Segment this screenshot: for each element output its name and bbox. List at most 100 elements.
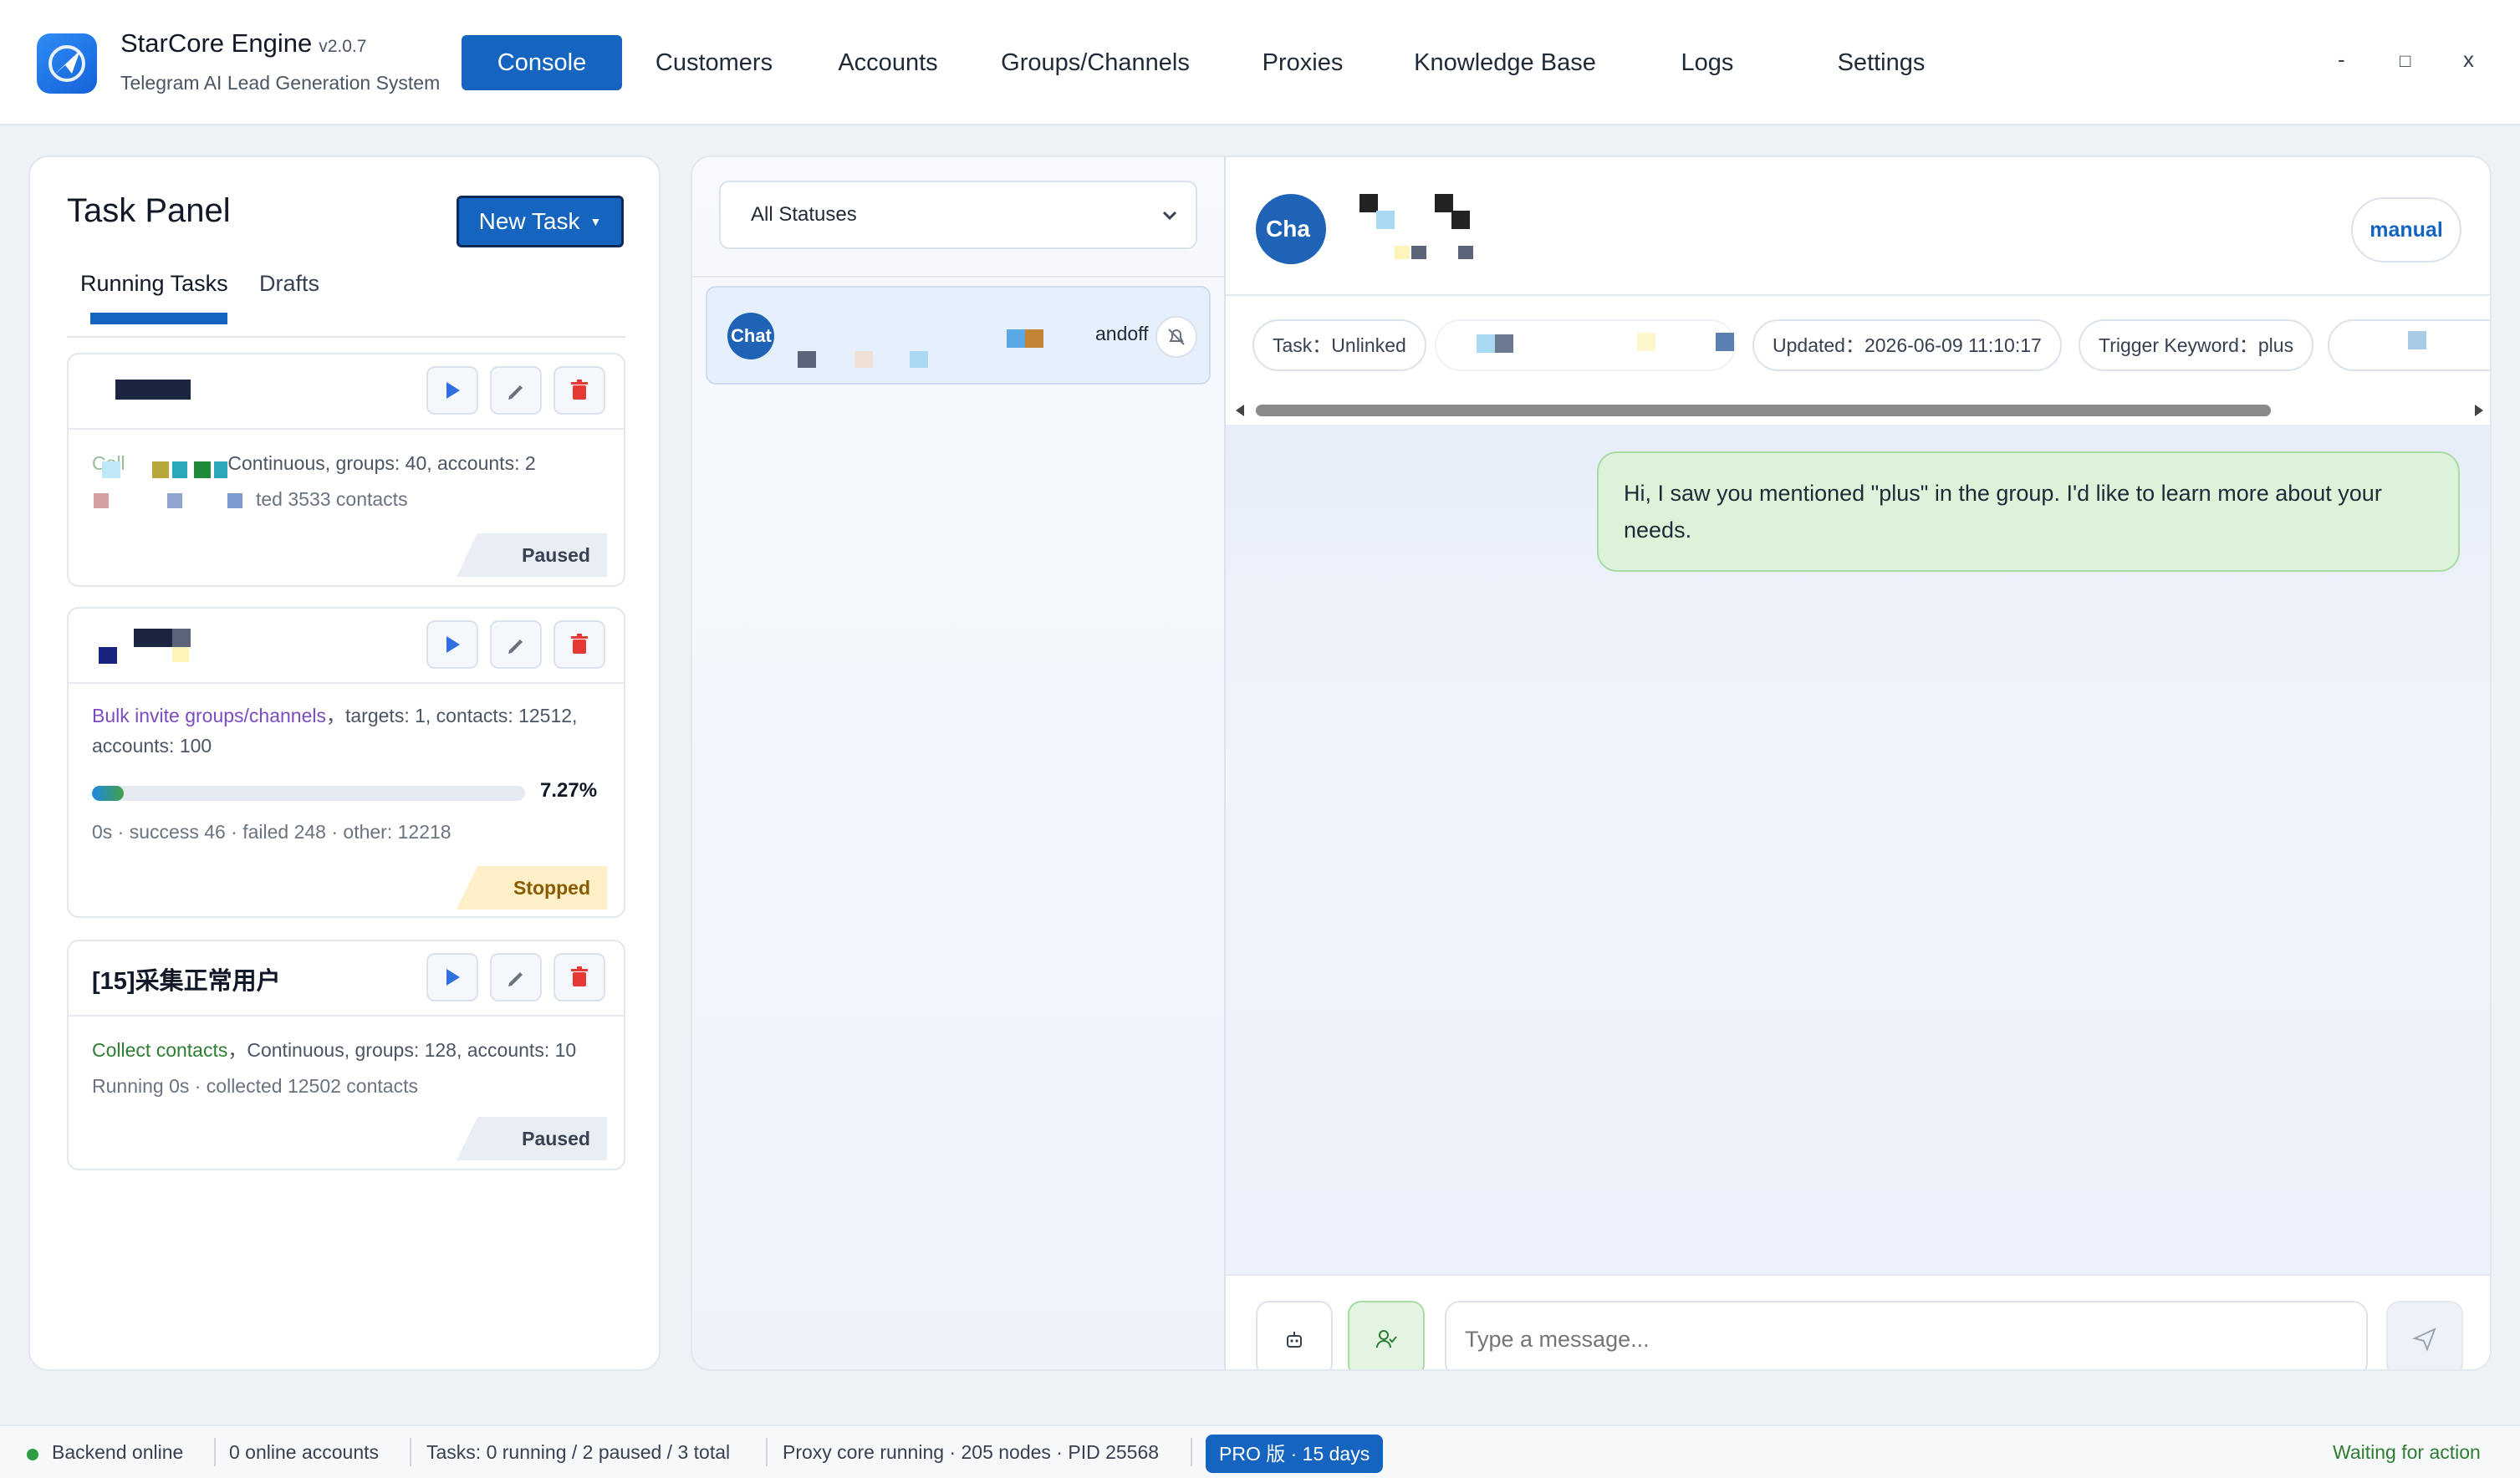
task-panel: Task Panel New Task ▼ Running Tasks Draf…	[28, 155, 661, 1371]
status-badge-paused: Paused	[457, 533, 607, 577]
chip-updated: Updated：2026-06-09 11:10:17	[1752, 319, 2062, 371]
status-filter-value: All Statuses	[751, 203, 857, 226]
avatar: Cha	[1256, 194, 1326, 264]
online-status-icon	[27, 1449, 38, 1460]
avatar: Chat	[727, 313, 774, 359]
new-task-label: New Task	[478, 208, 580, 234]
nav-customers[interactable]: Customers	[649, 35, 779, 90]
proxy-status: Proxy core running · 205 nodes · PID 255…	[783, 1441, 1160, 1463]
task-card-header: [15]采集正常用户	[69, 941, 624, 1017]
message-input[interactable]	[1445, 1301, 2368, 1369]
bell-off-icon	[1168, 329, 1185, 345]
action-status: Waiting for action	[2333, 1441, 2481, 1463]
conversation-mode: andoff	[1095, 323, 1149, 344]
tab-drafts[interactable]: Drafts	[259, 271, 319, 297]
chat-panel: Cha manual Task：Unlinked Updated：2026-06…	[1224, 155, 2492, 1371]
chips-scrollbar[interactable]	[1234, 401, 2485, 420]
status-separator	[410, 1438, 411, 1466]
tab-divider	[67, 336, 625, 338]
maximize-button[interactable]: □	[2400, 50, 2410, 72]
redacted-pixel	[167, 493, 182, 508]
task-stats: 0s · success 46 · failed 248 · other: 12…	[92, 821, 451, 843]
status-filter-select[interactable]: All Statuses	[719, 181, 1197, 249]
nav-console[interactable]: Console	[462, 35, 622, 90]
progress-percent: 7.27%	[540, 779, 598, 802]
status-badge-paused: Paused	[457, 1117, 607, 1160]
start-task-button[interactable]	[426, 366, 478, 415]
task-type: Collect contacts	[92, 1039, 228, 1061]
redacted-pixel	[1359, 194, 1378, 212]
online-accounts: 0 online accounts	[229, 1441, 380, 1463]
trash-icon	[571, 380, 588, 400]
license-badge[interactable]: PRO 版 · 15 days	[1206, 1435, 1384, 1473]
title-bar: StarCore Engine v2.0.7 Telegram AI Lead G…	[0, 0, 2520, 125]
send-button[interactable]	[2386, 1301, 2463, 1369]
chip-task: Task：Unlinked	[1252, 319, 1426, 371]
task-type: Bulk invite groups/channels	[92, 705, 326, 726]
redacted-pixel	[1007, 329, 1025, 348]
start-task-button[interactable]	[426, 620, 478, 669]
redacted-pixel	[194, 461, 211, 478]
minimize-button[interactable]: -	[2338, 47, 2345, 73]
close-button[interactable]: x	[2463, 47, 2474, 73]
redacted-pixel	[172, 647, 189, 662]
backend-status: Backend online	[52, 1441, 184, 1463]
scrollbar-thumb[interactable]	[1256, 405, 2271, 416]
ai-assist-button[interactable]	[1256, 1301, 1333, 1369]
edit-task-button[interactable]	[490, 366, 542, 415]
nav-settings[interactable]: Settings	[1828, 35, 1935, 90]
pencil-icon	[508, 972, 523, 986]
nav-groups-channels[interactable]: Groups/Channels	[997, 35, 1194, 90]
redacted-pixel	[1376, 211, 1395, 229]
task-title: [15]采集正常用户	[92, 968, 281, 995]
start-task-button[interactable]	[426, 953, 478, 1001]
redacted-pixel	[1451, 211, 1470, 229]
trash-icon	[571, 966, 588, 986]
new-task-button[interactable]: New Task ▼	[457, 196, 624, 247]
edit-task-button[interactable]	[490, 953, 542, 1001]
tab-running-tasks[interactable]: Running Tasks	[80, 271, 228, 297]
conversation-list-panel: All Statuses Chat andoff	[691, 155, 1226, 1371]
edit-task-button[interactable]	[490, 620, 542, 669]
redacted-pixel	[1495, 334, 1513, 353]
progress-fill	[92, 786, 124, 801]
task-panel-title: Task Panel	[67, 192, 231, 229]
task-card: Coll Continuous, groups: 40, accounts: 2…	[67, 353, 625, 587]
message-area: Hi, I saw you mentioned "plus" in the gr…	[1226, 425, 2490, 1274]
nav-logs[interactable]: Logs	[1672, 35, 1742, 90]
nav-proxies[interactable]: Proxies	[1254, 35, 1351, 90]
delete-task-button[interactable]	[553, 953, 605, 1001]
redacted-pixel	[94, 493, 109, 508]
chat-mode-button[interactable]: manual	[2351, 197, 2461, 262]
user-check-icon	[1376, 1330, 1397, 1348]
send-icon	[2412, 1328, 2436, 1352]
bot-off-icon[interactable]	[1155, 316, 1197, 358]
play-icon	[446, 382, 460, 399]
scroll-right-icon[interactable]	[2472, 403, 2485, 418]
scroll-left-icon[interactable]	[1234, 403, 1247, 418]
redacted-pixel	[1411, 246, 1426, 259]
manual-takeover-button[interactable]	[1348, 1301, 1425, 1369]
redacted-pixel	[798, 351, 816, 368]
pencil-icon	[508, 640, 523, 654]
status-separator	[1191, 1438, 1192, 1466]
redacted-pixel	[152, 461, 169, 478]
conversation-item[interactable]: Chat andoff	[706, 286, 1211, 385]
caret-down-icon: ▼	[589, 215, 602, 228]
redacted-pixel	[910, 351, 928, 368]
robot-icon	[1287, 1332, 1302, 1348]
delete-task-button[interactable]	[553, 620, 605, 669]
task-config: ，targets: 1, contacts: 12512,	[326, 705, 578, 726]
redacted-pixel	[1716, 333, 1734, 351]
app-subtitle: Telegram AI Lead Generation System	[120, 72, 441, 94]
delete-task-button[interactable]	[553, 366, 605, 415]
nav-knowledge-base[interactable]: Knowledge Base	[1410, 35, 1600, 90]
redacted-task-title	[115, 380, 191, 400]
status-bar: Backend online 0 online accounts Tasks: …	[0, 1424, 2520, 1478]
task-card-header	[69, 354, 624, 430]
task-progress-text: ted 3533 contacts	[256, 488, 408, 510]
nav-accounts[interactable]: Accounts	[833, 35, 943, 90]
task-config: ，Continuous, groups: 128, accounts: 10	[227, 1039, 577, 1061]
star-logo-icon	[48, 45, 85, 82]
list-divider	[692, 276, 1224, 278]
